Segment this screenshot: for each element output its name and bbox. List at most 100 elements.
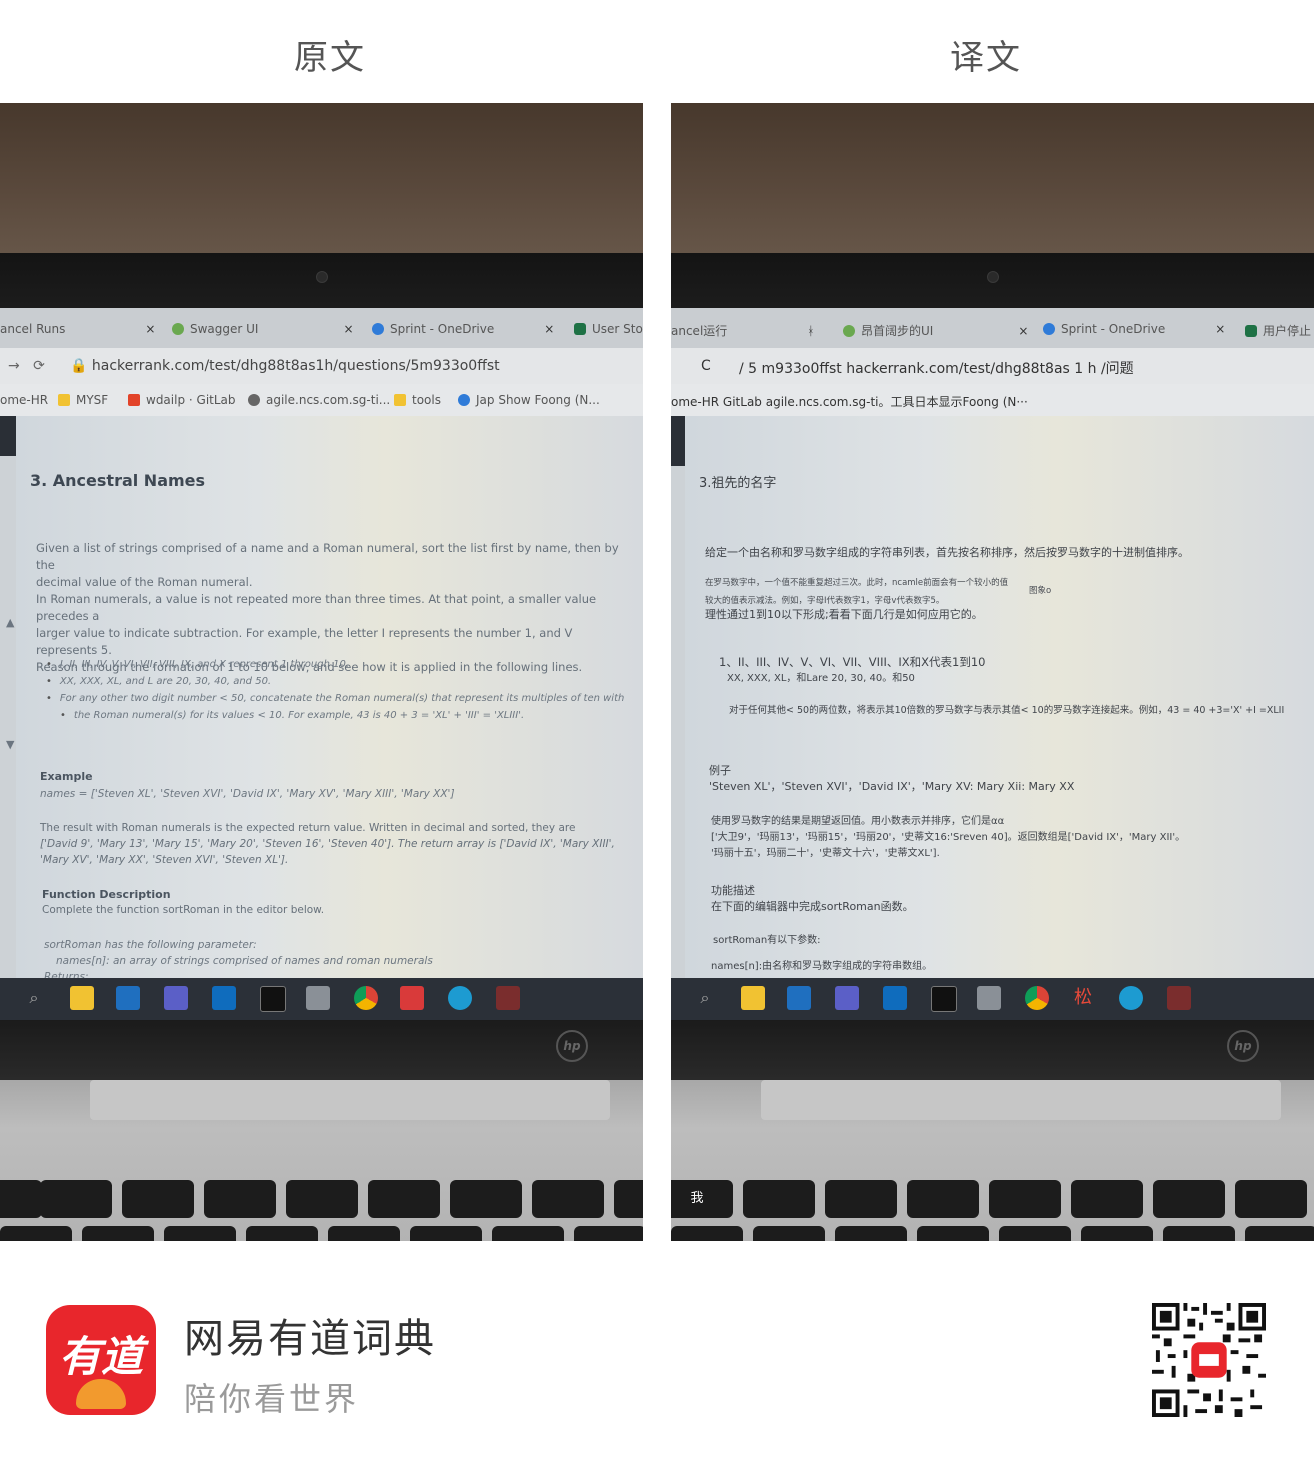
- browser-tab[interactable]: ancel Runs ×: [0, 322, 155, 336]
- edge-icon[interactable]: [448, 986, 472, 1010]
- windows-taskbar: ⌕ 松: [671, 978, 1314, 1020]
- outlook-icon[interactable]: [212, 986, 236, 1010]
- onedrive-icon: [1043, 323, 1055, 335]
- intro-line-2: 在罗马数字中，一个值不能重复超过三次。此时，ncamle前面会有一个较小的值: [705, 578, 1009, 588]
- camera-icon: [987, 271, 999, 283]
- translated-photo: ancel运行 ᚼ 昂首阔步的UI × Sprint - OneDrive × 用户停…: [671, 103, 1314, 1241]
- scroll-down-icon[interactable]: ▼: [6, 738, 14, 751]
- example-names: 'Steven XL'，'Steven XVI'，'David IX'，'Mar…: [709, 780, 1075, 793]
- bookmark-item[interactable]: wdailp · GitLab: [128, 393, 236, 407]
- app-icon[interactable]: [496, 986, 520, 1010]
- laptop-screen: ancel运行 ᚼ 昂首阔步的UI × Sprint - OneDrive × 用户停…: [671, 308, 1314, 978]
- bookmark-item[interactable]: Jap Show Foong (N...: [458, 393, 600, 407]
- key: 我: [671, 1180, 733, 1218]
- browser-tab[interactable]: User Stor: [574, 322, 643, 336]
- key: [246, 1226, 318, 1241]
- globe-icon: [248, 394, 260, 406]
- chrome-icon[interactable]: [1025, 986, 1049, 1010]
- left-sidebar: ▲ ▼: [0, 416, 16, 978]
- key: [0, 1226, 72, 1241]
- browser-tab[interactable]: Swagger UI ×: [172, 322, 354, 336]
- terminal-icon[interactable]: [931, 986, 957, 1012]
- bookmark-item[interactable]: ome-HR: [0, 393, 48, 407]
- bookmarks-text[interactable]: ome-HR GitLab agile.ncs.com.sg-ti。工具日本显示…: [671, 393, 1028, 410]
- key: [671, 1226, 743, 1241]
- problem-title: 3.祖先的名字: [699, 476, 777, 491]
- original-photo: ancel Runs × Swagger UI × Sprint - OneDriv…: [0, 103, 643, 1241]
- hp-logo-icon: hp: [1227, 1030, 1259, 1062]
- edge-icon[interactable]: [1119, 986, 1143, 1010]
- key: [907, 1180, 979, 1218]
- key: [743, 1180, 815, 1218]
- app-icon[interactable]: [306, 986, 330, 1010]
- bookmark-item[interactable]: agile.ncs.com.sg-ti...: [248, 393, 390, 407]
- key: [0, 1180, 42, 1218]
- file-explorer-icon[interactable]: [70, 986, 94, 1010]
- key: [574, 1226, 643, 1241]
- number-key-row: [0, 1226, 643, 1241]
- youdao-app-logo: 有道: [46, 1305, 156, 1415]
- file-explorer-icon[interactable]: [741, 986, 765, 1010]
- teams-icon[interactable]: [164, 986, 188, 1010]
- address-bar[interactable]: C / 5 m933o0ffst hackerrank.com/test/dhg…: [671, 348, 1314, 384]
- folder-icon: [58, 394, 70, 406]
- browser-tab[interactable]: 昂首阔步的UI ×: [843, 322, 1028, 339]
- key: [825, 1180, 897, 1218]
- bookmark-item[interactable]: MYSF: [58, 393, 108, 407]
- room-background: [671, 103, 1314, 273]
- function-description: Complete the function sortRoman in the e…: [42, 904, 325, 916]
- list-item: 1、II、III、IV、V、VI、VII、VIII、IX和X代表1到10: [719, 655, 986, 669]
- camera-icon: [316, 271, 328, 283]
- vscode-icon[interactable]: [787, 986, 811, 1010]
- key: [450, 1180, 522, 1218]
- example-label: Example: [40, 770, 93, 783]
- list-item: 对于任何其他< 50的两位数，将表示其10倍数的罗马数字与表示其值< 10的罗马…: [729, 705, 1285, 716]
- key: [614, 1180, 643, 1218]
- translated-taskbar-char[interactable]: 松: [1071, 986, 1095, 1010]
- url-text[interactable]: / 5 m933o0ffst hackerrank.com/test/dhg88…: [739, 358, 1134, 378]
- key: [532, 1180, 604, 1218]
- key: [1235, 1180, 1307, 1218]
- app-icon[interactable]: [1167, 986, 1191, 1010]
- search-icon[interactable]: ⌕: [22, 986, 46, 1010]
- lower-bezel: hp: [0, 1020, 643, 1080]
- app-name: 网易有道词典: [184, 1316, 436, 1362]
- function-description-label: 功能描述: [711, 884, 755, 897]
- refresh-icon[interactable]: C: [701, 358, 711, 374]
- key: [492, 1226, 564, 1241]
- bookmark-item[interactable]: tools: [394, 393, 441, 407]
- browser-tab[interactable]: ancel运行 ᚼ: [671, 322, 814, 339]
- qr-code-icon: [1152, 1303, 1266, 1417]
- laptop-screen: ancel Runs × Swagger UI × Sprint - OneDriv…: [0, 308, 643, 978]
- bookmarks-bar: ome-HR GitLab agile.ncs.com.sg-ti。工具日本显示…: [671, 384, 1314, 416]
- browser-tab[interactable]: Sprint - OneDrive ×: [1043, 322, 1225, 336]
- function-key-row: 我: [671, 1180, 1314, 1222]
- key: [204, 1180, 276, 1218]
- bookmarks-bar: ome-HR MYSF wdailp · GitLab agile.ncs.co…: [0, 384, 643, 416]
- chrome-icon[interactable]: [354, 986, 378, 1010]
- key: [1163, 1226, 1235, 1241]
- parameter-names: names[n]: an array of strings comprised …: [56, 955, 433, 967]
- app-icon[interactable]: [977, 986, 1001, 1010]
- scroll-up-icon[interactable]: ▲: [6, 616, 14, 629]
- key: [122, 1180, 194, 1218]
- address-bar[interactable]: → ⟳ 🔒 hackerrank.com/test/dhg88t8as1h/qu…: [0, 348, 643, 384]
- key: [328, 1226, 400, 1241]
- key: [164, 1226, 236, 1241]
- logo-text: 有道: [58, 1332, 143, 1381]
- terminal-icon[interactable]: [260, 986, 286, 1012]
- search-icon[interactable]: ⌕: [693, 986, 717, 1010]
- back-forward-refresh-icons[interactable]: → ⟳: [8, 358, 45, 374]
- example-label: 例子: [709, 764, 731, 777]
- vscode-icon[interactable]: [116, 986, 140, 1010]
- swagger-icon: [843, 325, 855, 337]
- teams-icon[interactable]: [835, 986, 859, 1010]
- url-text[interactable]: 🔒 hackerrank.com/test/dhg88t8as1h/questi…: [70, 358, 500, 374]
- swagger-icon: [172, 323, 184, 335]
- calendar-icon[interactable]: [400, 986, 424, 1010]
- browser-tab[interactable]: 用户停止: [1245, 322, 1311, 339]
- parameter-line: sortRoman有以下参数:: [713, 935, 821, 946]
- browser-tab[interactable]: Sprint - OneDrive ×: [372, 322, 554, 336]
- outlook-icon[interactable]: [883, 986, 907, 1010]
- function-key-row: [0, 1180, 643, 1222]
